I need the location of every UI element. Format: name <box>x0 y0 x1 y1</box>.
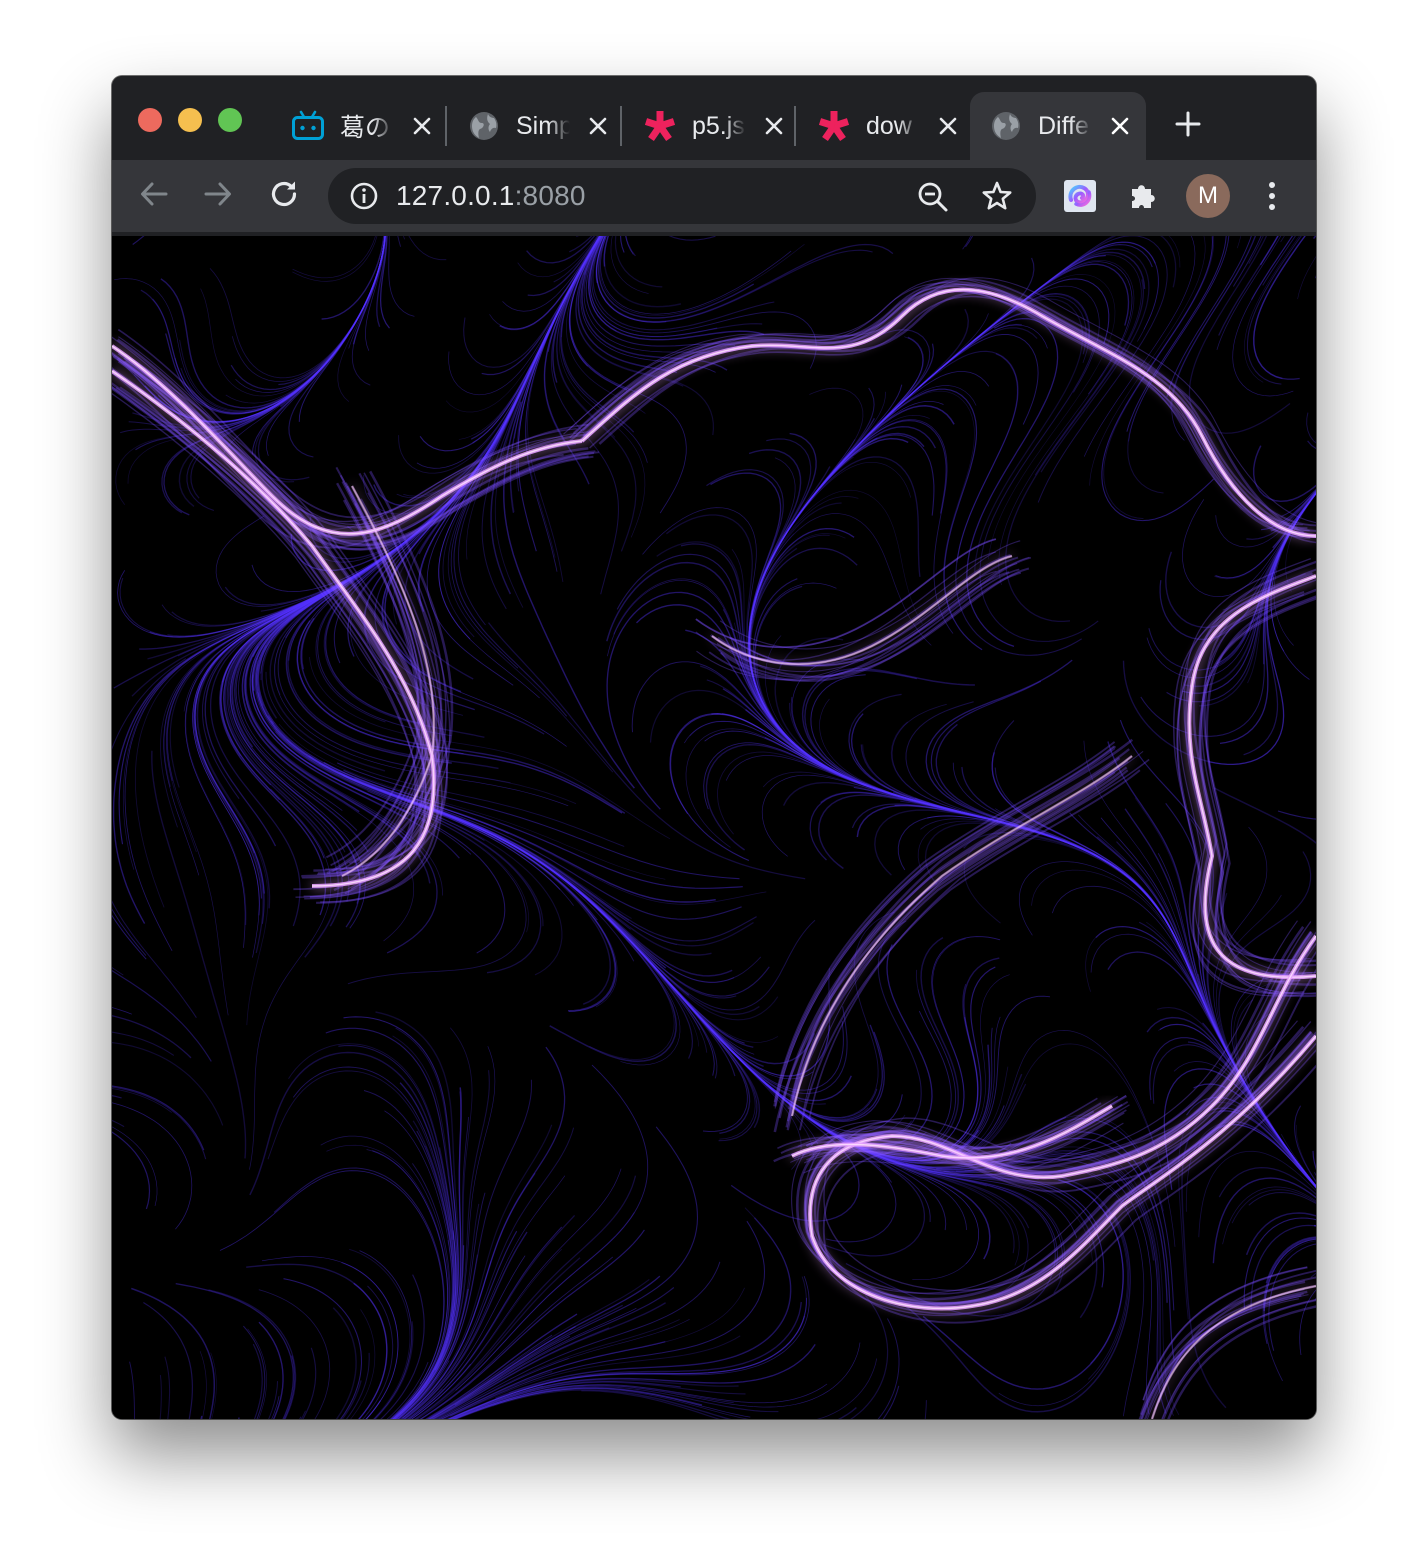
tab-separator <box>445 106 447 146</box>
url-text[interactable]: 127.0.0.1:8080 <box>396 181 586 211</box>
tab-title: Simp <box>516 111 570 140</box>
address-bar[interactable]: 127.0.0.1:8080 <box>328 168 1036 224</box>
reload-icon <box>268 178 300 215</box>
close-tab-icon[interactable] <box>760 112 788 140</box>
globe-icon <box>988 108 1024 144</box>
close-tab-icon[interactable] <box>584 112 612 140</box>
globe-icon <box>466 108 502 144</box>
browser-window: 葛の Simp p5.js dow Diffe 127.0.0.1:8080 M <box>112 76 1316 1419</box>
toolbar: 127.0.0.1:8080 M <box>112 160 1316 232</box>
star-outline-icon[interactable] <box>980 179 1014 213</box>
arrow-right-icon <box>203 179 233 214</box>
minimize-window-button[interactable] <box>178 108 202 132</box>
tab-4[interactable]: dow <box>798 92 974 160</box>
tab-strip: 葛の Simp p5.js dow Diffe <box>112 76 1316 160</box>
p5-asterisk-icon <box>642 108 678 144</box>
tab-1[interactable]: 葛の <box>272 92 448 160</box>
plus-icon <box>1175 111 1201 142</box>
close-tab-icon[interactable] <box>408 112 436 140</box>
puzzle-piece-icon[interactable] <box>1126 178 1162 214</box>
arrow-left-icon <box>139 179 169 214</box>
close-tab-icon[interactable] <box>1106 112 1134 140</box>
tab-title: 葛の <box>340 114 391 142</box>
gradient-swirl-extension-icon[interactable] <box>1062 178 1098 214</box>
url-host: 127.0.0.1 <box>396 180 515 211</box>
close-tab-icon[interactable] <box>934 112 962 140</box>
forward-button[interactable] <box>198 176 238 216</box>
tab-title: Diffe <box>1038 111 1089 140</box>
url-port: :8080 <box>514 180 586 211</box>
zoom-out-icon[interactable] <box>916 180 950 214</box>
bilibili-tv-icon <box>290 108 326 144</box>
close-window-button[interactable] <box>138 108 162 132</box>
tab-3[interactable]: p5.js <box>624 92 800 160</box>
tab-2[interactable]: Simp <box>448 92 624 160</box>
tab-separator <box>794 106 796 146</box>
profile-avatar[interactable]: M <box>1186 174 1230 218</box>
reload-button[interactable] <box>264 176 304 216</box>
new-tab-button[interactable] <box>1168 106 1208 146</box>
page-canvas[interactable] <box>112 236 1316 1419</box>
kebab-menu-icon[interactable] <box>1256 176 1288 216</box>
flow-field-artwork <box>112 236 1316 1419</box>
tab-title: p5.js <box>692 111 745 140</box>
p5-asterisk-icon <box>816 108 852 144</box>
tab-title: dow <box>866 111 912 140</box>
info-icon[interactable] <box>348 180 380 212</box>
tab-active[interactable]: Diffe <box>970 92 1146 160</box>
back-button[interactable] <box>134 176 174 216</box>
maximize-window-button[interactable] <box>218 108 242 132</box>
tab-separator <box>620 106 622 146</box>
